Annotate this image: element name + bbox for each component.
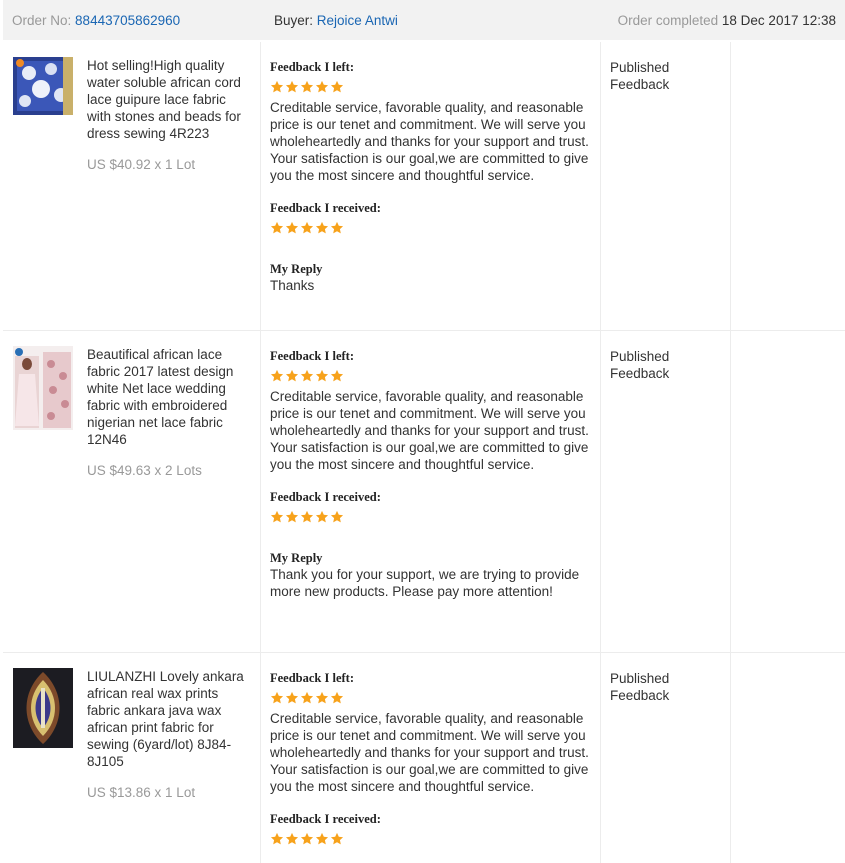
- ankara-wax-print-thumbnail[interactable]: [13, 668, 73, 748]
- feedback-left-label: Feedback I left:: [270, 349, 355, 363]
- star-icon: [285, 832, 299, 845]
- feedback-status: Published Feedback: [601, 331, 731, 652]
- star-icon: [330, 691, 344, 704]
- star-icon: [285, 691, 299, 704]
- feedback-received-label: Feedback I received:: [270, 812, 381, 826]
- star-icon: [270, 369, 284, 382]
- feedback-received-rating: [270, 508, 590, 526]
- order-items: Hot selling!High quality water soluble a…: [3, 42, 845, 863]
- star-icon: [330, 369, 344, 382]
- buyer-name-link[interactable]: Rejoice Antwi: [317, 13, 398, 28]
- star-icon: [300, 221, 314, 234]
- actions-cell: [731, 331, 845, 652]
- order-number-link[interactable]: 88443705862960: [75, 13, 180, 28]
- star-icon: [315, 221, 329, 234]
- star-icon: [270, 832, 284, 845]
- feedback-left-rating: [270, 689, 590, 707]
- star-icon: [270, 691, 284, 704]
- star-icon: [330, 832, 344, 845]
- star-icon: [270, 510, 284, 523]
- actions-cell: [731, 42, 845, 330]
- my-reply-text: Thank you for your support, we are tryin…: [270, 567, 580, 599]
- feedback-cell: Feedback I left: Creditable service, fav…: [261, 331, 601, 652]
- actions-cell: [731, 653, 845, 863]
- my-reply-label: My Reply: [270, 262, 323, 276]
- product-title[interactable]: Beautifical african lace fabric 2017 lat…: [87, 346, 252, 448]
- feedback-left-text: Creditable service, favorable quality, a…: [270, 711, 589, 794]
- feedback-received-rating: [270, 830, 590, 848]
- star-icon: [300, 80, 314, 93]
- order-number: Order No: 88443705862960: [12, 13, 274, 28]
- feedback-status: Published Feedback: [601, 653, 731, 863]
- star-icon: [300, 691, 314, 704]
- blue-lace-fabric-thumbnail[interactable]: [13, 57, 73, 115]
- star-icon: [315, 510, 329, 523]
- star-icon: [285, 369, 299, 382]
- my-reply-text: Thanks: [270, 278, 315, 293]
- star-icon: [300, 510, 314, 523]
- star-icon: [315, 369, 329, 382]
- feedback-received-rating: [270, 219, 590, 237]
- feedback-status: Published Feedback: [601, 42, 731, 330]
- order-completed-date: 18 Dec 2017 12:38: [721, 12, 836, 28]
- product-price: US $49.63 x 2 Lots: [87, 463, 202, 478]
- feedback-left-text: Creditable service, favorable quality, a…: [270, 100, 589, 183]
- star-icon: [315, 80, 329, 93]
- feedback-left-label: Feedback I left:: [270, 60, 355, 74]
- star-icon: [270, 221, 284, 234]
- star-icon: [315, 691, 329, 704]
- star-icon: [315, 832, 329, 845]
- feedback-cell: Feedback I left: Creditable service, fav…: [261, 42, 601, 330]
- product-cell: Beautifical african lace fabric 2017 lat…: [3, 331, 261, 652]
- product-price: US $40.92 x 1 Lot: [87, 157, 196, 172]
- feedback-left-label: Feedback I left:: [270, 671, 355, 685]
- feedback-left-rating: [270, 78, 590, 96]
- star-icon: [285, 80, 299, 93]
- star-icon: [330, 221, 344, 234]
- star-icon: [300, 369, 314, 382]
- star-icon: [285, 221, 299, 234]
- order-header: Order No: 88443705862960 Buyer: Rejoice …: [3, 0, 845, 40]
- star-icon: [300, 832, 314, 845]
- order-item-row: LIULANZHI Lovely ankara african real wax…: [3, 653, 845, 863]
- buyer-label: Buyer:: [274, 12, 314, 28]
- product-cell: LIULANZHI Lovely ankara african real wax…: [3, 653, 261, 863]
- star-icon: [330, 80, 344, 93]
- my-reply-label: My Reply: [270, 551, 323, 565]
- white-net-lace-thumbnail[interactable]: [13, 346, 73, 430]
- feedback-cell: Feedback I left: Creditable service, fav…: [261, 653, 601, 863]
- feedback-left-text: Creditable service, favorable quality, a…: [270, 389, 589, 472]
- product-cell: Hot selling!High quality water soluble a…: [3, 42, 261, 330]
- product-title[interactable]: LIULANZHI Lovely ankara african real wax…: [87, 668, 252, 770]
- feedback-received-label: Feedback I received:: [270, 490, 381, 504]
- product-title[interactable]: Hot selling!High quality water soluble a…: [87, 57, 252, 142]
- feedback-received-label: Feedback I received:: [270, 201, 381, 215]
- order-completed: Order completed 18 Dec 2017 12:38: [618, 13, 836, 28]
- feedback-left-rating: [270, 367, 590, 385]
- star-icon: [270, 80, 284, 93]
- star-icon: [330, 510, 344, 523]
- order-number-label: Order No:: [12, 12, 72, 28]
- order-item-row: Hot selling!High quality water soluble a…: [3, 42, 845, 331]
- buyer-info: Buyer: Rejoice Antwi: [274, 13, 618, 28]
- star-icon: [285, 510, 299, 523]
- order-completed-label: Order completed: [617, 12, 719, 28]
- product-price: US $13.86 x 1 Lot: [87, 785, 196, 800]
- order-item-row: Beautifical african lace fabric 2017 lat…: [3, 331, 845, 653]
